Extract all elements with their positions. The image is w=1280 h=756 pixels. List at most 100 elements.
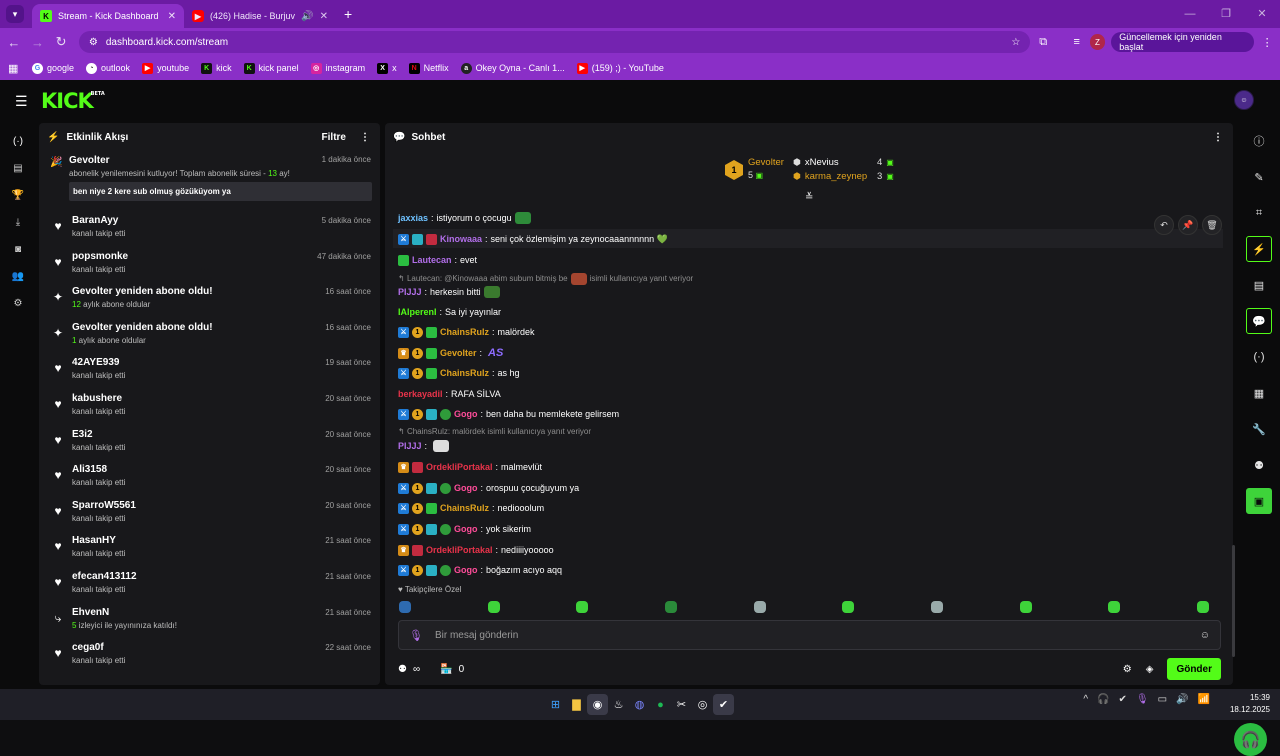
network-icon[interactable]: 📶: [1198, 694, 1210, 705]
emote-button[interactable]: [930, 601, 943, 613]
steam-icon[interactable]: ♨: [608, 694, 629, 715]
info-icon[interactable]: ⓘ: [1246, 128, 1272, 154]
spotify-icon[interactable]: ●: [650, 694, 671, 715]
minimize-button[interactable]: —: [1172, 0, 1208, 28]
emote-button[interactable]: [664, 601, 677, 613]
update-restart-button[interactable]: Güncellemek için yeniden başlat: [1111, 32, 1255, 52]
new-tab-button[interactable]: +: [344, 6, 352, 22]
chat-widget-icon[interactable]: 💬: [1246, 308, 1272, 334]
chat-message[interactable]: PIJJJ: herkesin bitti: [398, 285, 500, 299]
chat-username[interactable]: Lautecan: [412, 255, 452, 265]
chat-message[interactable]: berkayadil: RAFA SİLVA: [398, 387, 501, 401]
download-nav-icon[interactable]: ⤓: [0, 209, 36, 236]
chat-username[interactable]: berkayadil: [398, 389, 443, 399]
community-icon[interactable]: ⚉: [1246, 452, 1272, 478]
chat-username[interactable]: IAlperenI: [398, 307, 437, 317]
activity-event[interactable]: ♥ E3i2 kanalı takip etti 20 saat önce: [39, 424, 380, 460]
chat-username[interactable]: OrdekliPortakal: [426, 545, 493, 555]
file-explorer-icon[interactable]: ▇: [566, 694, 587, 715]
leader-row-3[interactable]: ⬢ karma_zeynep: [793, 171, 867, 182]
reply-context[interactable]: ↰ Lautecan: @Kinowaaa abim subum bitmiş …: [398, 273, 693, 285]
chat-more-options-icon[interactable]: ⋮: [1213, 132, 1223, 143]
emote-button[interactable]: [1196, 601, 1209, 613]
activity-event[interactable]: ✦ Gevolter yeniden abone oldu! 12 aylık ab…: [39, 281, 380, 317]
chat-input[interactable]: 🎙 Bir mesaj gönderin ☺: [398, 620, 1221, 650]
tray-app-icon[interactable]: ✔: [1119, 694, 1127, 705]
leader-row-2[interactable]: ⬢ xNevius: [793, 157, 839, 168]
activity-event[interactable]: ♥ popsmonke kanalı takip etti 47 dakika önc…: [39, 246, 380, 282]
activity-event[interactable]: ♥ HasanHY kanalı takip etti 21 saat önce: [39, 530, 380, 566]
game-widget-icon[interactable]: ▣: [1246, 488, 1272, 514]
chat-username[interactable]: PIJJJ: [398, 441, 422, 451]
menu-icon[interactable]: ☰: [15, 93, 29, 110]
chat-username[interactable]: Gogo: [454, 483, 478, 493]
help-support-icon[interactable]: 🎧: [1234, 723, 1267, 756]
chat-message[interactable]: jaxxias: istiyorum o çocugu: [398, 211, 531, 225]
chat-message[interactable]: ⚔ 1 Gogo: orospuu çocuğuyum ya: [398, 481, 579, 495]
layout-icon[interactable]: ▦: [1246, 380, 1272, 406]
reload-button[interactable]: ↻: [49, 34, 73, 50]
tab-search-icon[interactable]: ▾: [6, 5, 24, 23]
chat-settings-icon[interactable]: ⚙: [1123, 664, 1132, 675]
emote-button[interactable]: [399, 601, 411, 613]
chat-username[interactable]: ChainsRulz: [440, 368, 489, 378]
close-tab-icon[interactable]: ✕: [320, 11, 328, 22]
bookmark-netflix[interactable]: N Netflix: [408, 62, 449, 74]
activity-event[interactable]: ♥ BaranAyy kanalı takip etti 5 dakika önce: [39, 210, 380, 246]
tab-youtube[interactable]: ▶ (426) Hadise - Burjuva (Offi 🔊 ✕: [184, 4, 336, 28]
chrome-icon[interactable]: ◉: [587, 694, 608, 715]
bookmark-x[interactable]: Xx: [377, 62, 397, 74]
bookmark-star-icon[interactable]: ☆: [1011, 37, 1020, 48]
filter-button[interactable]: Filtre: [322, 132, 346, 143]
send-button[interactable]: Gönder: [1167, 658, 1221, 680]
chat-username[interactable]: ChainsRulz: [440, 327, 489, 337]
broadcast-icon[interactable]: (·): [1246, 344, 1272, 370]
chat-message[interactable]: ⚔ 1 ChainsRulz: malördek: [398, 325, 535, 339]
display-icon[interactable]: ▭: [1158, 694, 1167, 705]
emote-button[interactable]: [1019, 601, 1032, 613]
activity-event[interactable]: ♥ SparroW5561 kanalı takip etti 20 saat önc…: [39, 495, 380, 531]
expand-chevron-icon[interactable]: ≚: [805, 192, 813, 203]
address-bar[interactable]: ⚙ dashboard.kick.com/stream ☆: [78, 31, 1031, 53]
close-window-button[interactable]: ✕: [1244, 0, 1280, 28]
emote-button[interactable]: [576, 601, 589, 613]
chat-message[interactable]: Lautecan: evet: [398, 253, 477, 267]
activity-event-sub-celebration[interactable]: 🎉 Gevolter abonelik yenilemesini kutluyo…: [39, 151, 380, 205]
trophy-nav-icon[interactable]: 🏆: [0, 182, 36, 209]
stream-nav-icon[interactable]: (·): [0, 128, 36, 155]
chat-message[interactable]: ♛ 1 Gevolter: AS: [398, 346, 503, 360]
chat-message[interactable]: ⚔ 1 ChainsRulz: nediooolum: [398, 501, 544, 515]
notes-icon[interactable]: ▤: [1246, 272, 1272, 298]
chat-message[interactable]: ⚔ 1 Gogo: yok sikerim: [398, 522, 531, 536]
chat-username[interactable]: jaxxias: [398, 213, 428, 223]
delete-icon[interactable]: 🗑: [1202, 215, 1222, 235]
chat-username[interactable]: Gogo: [454, 565, 478, 575]
more-options-icon[interactable]: ⋮: [360, 132, 370, 143]
chat-message[interactable]: IAlperenI: Sa iyi yayınlar: [398, 305, 501, 319]
reply-icon[interactable]: ↶: [1154, 215, 1174, 235]
activity-event[interactable]: ♥ efecan413112 kanalı takip etti 21 saat ön…: [39, 566, 380, 602]
emote-button[interactable]: [753, 601, 766, 613]
points-icon[interactable]: ⚉: [398, 664, 407, 675]
users-nav-icon[interactable]: 👥: [0, 263, 36, 290]
activity-event[interactable]: ♥ cega0f kanalı takip etti 22 saat önce: [39, 637, 380, 673]
clock[interactable]: 15:39 18.12.2025: [1230, 692, 1270, 716]
browser-menu-icon[interactable]: ⋮: [1254, 36, 1280, 49]
site-info-icon[interactable]: ⚙: [89, 37, 98, 48]
chat-message[interactable]: ⚔ 1 ChainsRulz: as hg: [398, 366, 520, 380]
profile-avatar[interactable]: Z: [1089, 34, 1106, 50]
quick-emote-icon[interactable]: ◈: [1146, 664, 1154, 675]
bookmark-youtube-159[interactable]: ▶ (159) ;) - YouTube: [576, 62, 664, 74]
chat-username[interactable]: Kinowaaa: [440, 234, 482, 244]
close-tab-icon[interactable]: ✕: [168, 11, 176, 22]
chat-username[interactable]: Gogo: [454, 524, 478, 534]
back-button[interactable]: ←: [2, 35, 26, 50]
bookmark-google[interactable]: Ggoogle: [32, 62, 74, 74]
emote-button[interactable]: [487, 601, 500, 613]
settings-nav-icon[interactable]: ⚙: [0, 290, 36, 317]
microphone-icon[interactable]: 🎙: [409, 629, 423, 642]
bookmark-kick[interactable]: Kkick: [201, 62, 232, 74]
chat-message[interactable]: ♛ OrdekliPortakal: malmevlüt: [398, 460, 542, 474]
pin-icon[interactable]: 📌: [1178, 215, 1198, 235]
bookmark-kick-panel[interactable]: Kkick panel: [243, 62, 299, 74]
